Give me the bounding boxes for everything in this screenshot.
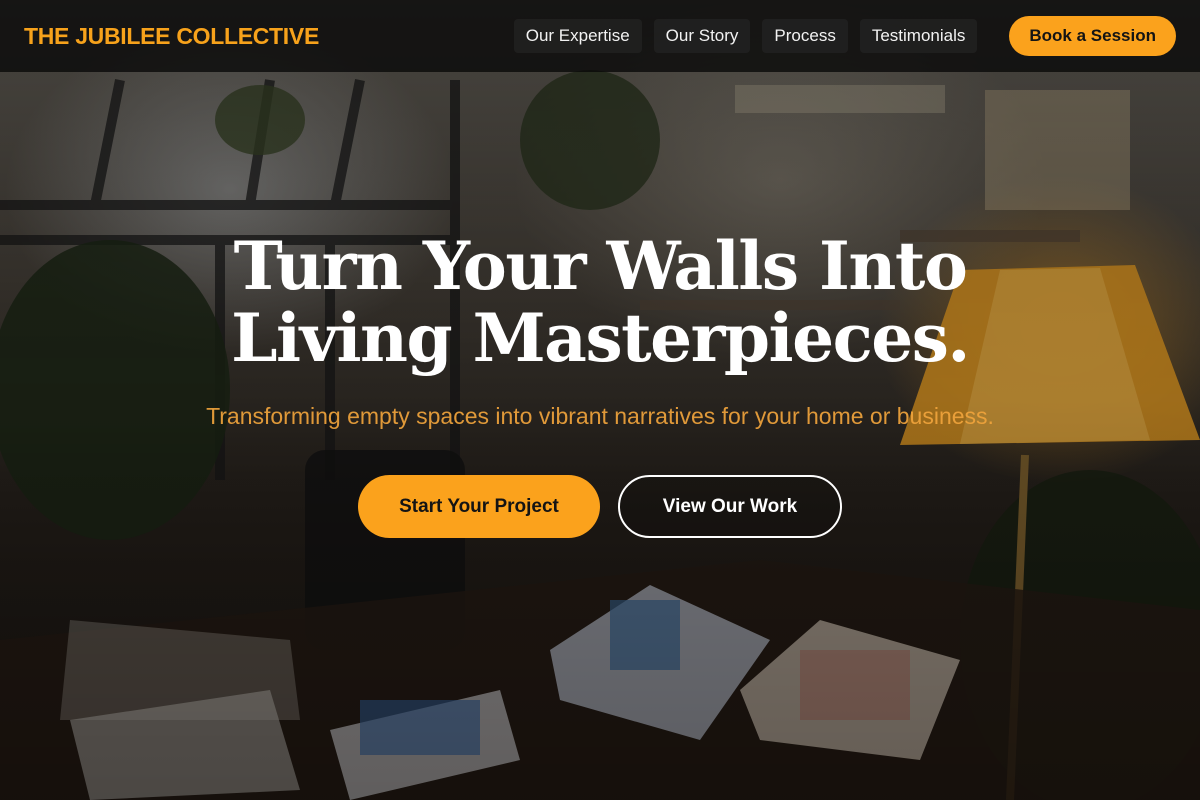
- hero-subtitle: Transforming empty spaces into vibrant n…: [206, 403, 994, 429]
- site-header: THE JUBILEE COLLECTIVE Our Expertise Our…: [0, 0, 1200, 72]
- nav-link-process[interactable]: Process: [762, 19, 848, 53]
- hero-title-line-1: Turn Your Walls Into: [233, 227, 968, 305]
- start-project-button[interactable]: Start Your Project: [358, 475, 600, 538]
- nav-link-our-story[interactable]: Our Story: [653, 19, 751, 53]
- book-session-button[interactable]: Book a Session: [1009, 16, 1176, 56]
- brand-logo[interactable]: THE JUBILEE COLLECTIVE: [24, 23, 319, 50]
- hero-title-line-2: Living Masterpieces.: [231, 299, 970, 377]
- hero-title: Turn Your Walls Into Living Masterpieces…: [0, 230, 1200, 374]
- nav-link-our-expertise[interactable]: Our Expertise: [513, 19, 642, 53]
- landing-page: THE JUBILEE COLLECTIVE Our Expertise Our…: [0, 0, 1200, 800]
- hero-section: Turn Your Walls Into Living Masterpieces…: [0, 230, 1200, 538]
- nav-link-testimonials[interactable]: Testimonials: [859, 19, 978, 53]
- main-nav: Our Expertise Our Story Process Testimon…: [513, 16, 1176, 56]
- hero-actions: Start Your Project View Our Work: [0, 475, 1200, 538]
- view-work-button[interactable]: View Our Work: [618, 475, 842, 538]
